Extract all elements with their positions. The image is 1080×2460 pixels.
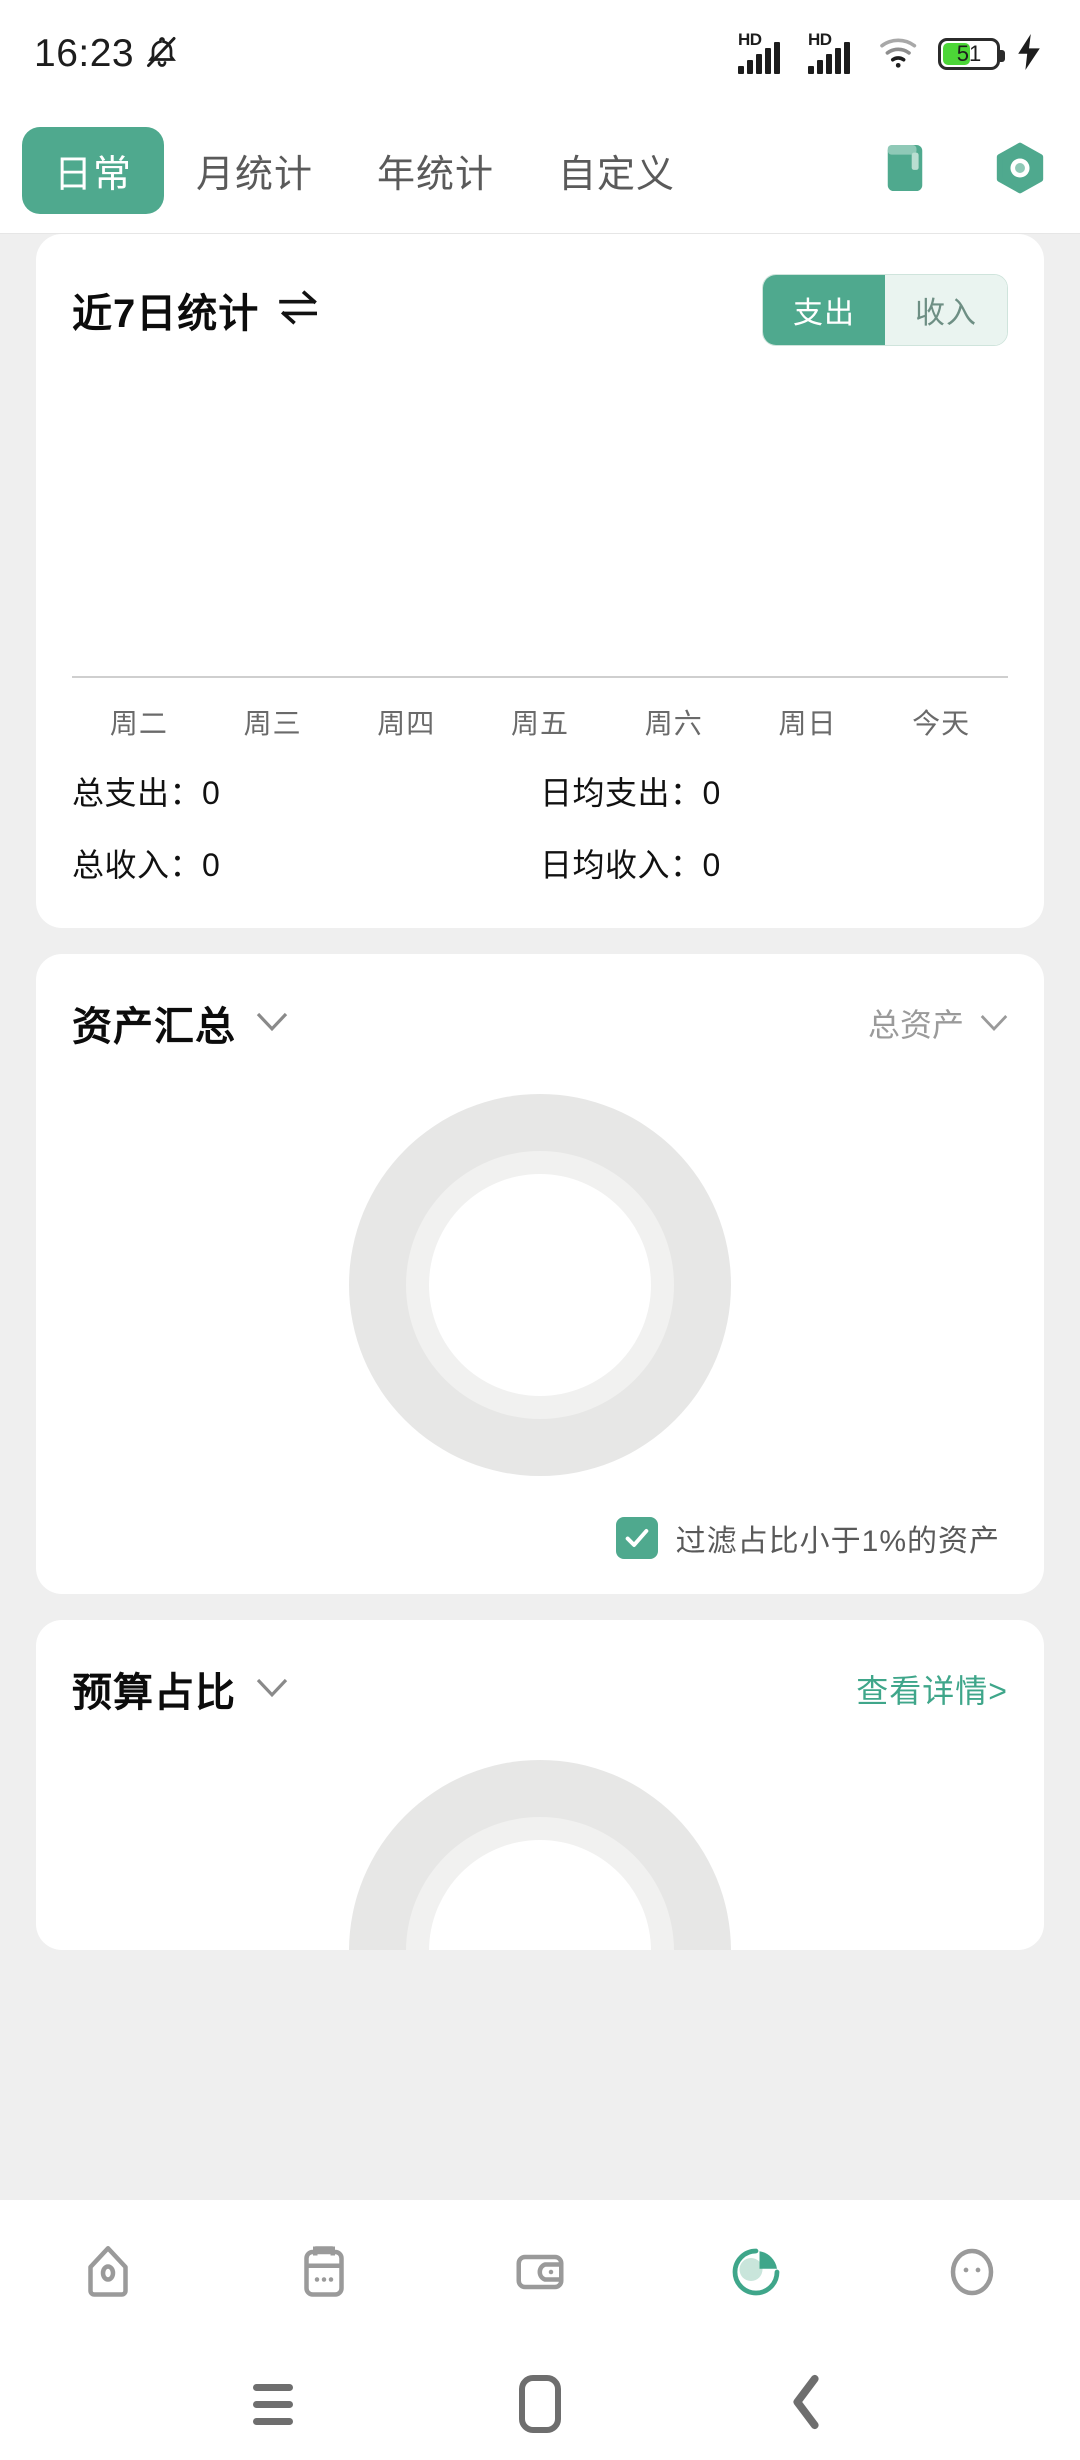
weekly-card-header: 近7日统计 支出 收入 bbox=[36, 234, 1044, 346]
chart-x-tick-labels: 周二 周三 周四 周五 周六 周日 今天 bbox=[36, 678, 1044, 742]
recents-button[interactable] bbox=[213, 2348, 333, 2460]
weekly-stats-card: 近7日统计 支出 收入 周二 周三 周四 周五 周六 周日 今天 总支出：0 日… bbox=[36, 234, 1044, 928]
x-tick-4: 周六 bbox=[644, 708, 703, 739]
total-income-value: 总收入：0 bbox=[72, 847, 221, 883]
donut-ring-placeholder bbox=[349, 1094, 731, 1476]
tab-daily[interactable]: 日常 bbox=[22, 127, 165, 214]
nav-wallet[interactable] bbox=[432, 2242, 648, 2307]
nav-calendar[interactable] bbox=[216, 2242, 432, 2307]
wifi-icon bbox=[878, 34, 922, 75]
assets-title-group[interactable]: 资产汇总 bbox=[72, 994, 288, 1052]
avg-income-value: 日均收入：0 bbox=[540, 847, 721, 883]
budget-card-header: 预算占比 查看详情> bbox=[36, 1620, 1044, 1718]
calendar-icon bbox=[294, 2242, 354, 2307]
tab-list: 日常 月统计 年统计 自定义 bbox=[22, 127, 882, 214]
pie-chart-icon bbox=[726, 2242, 786, 2307]
bottom-navigation-bar bbox=[0, 2200, 1080, 2348]
nav-statistics[interactable] bbox=[648, 2242, 864, 2307]
avg-expense-value: 日均支出：0 bbox=[540, 775, 721, 811]
signal-icon-2: HD bbox=[808, 30, 862, 76]
page-title-assets: 资产汇总 bbox=[72, 1005, 236, 1049]
weekly-title-group: 近7日统计 bbox=[72, 281, 319, 339]
system-navigation-bar bbox=[0, 2348, 1080, 2460]
more-face-icon bbox=[942, 2242, 1002, 2307]
status-time: 16:23 bbox=[34, 32, 135, 75]
assets-selector-label: 总资产 bbox=[867, 1007, 964, 1043]
status-bar-left: 16:23 bbox=[34, 32, 180, 76]
expense-income-toggle[interactable]: 支出 收入 bbox=[762, 274, 1008, 346]
donut-ring-placeholder bbox=[349, 1760, 731, 1950]
back-chevron-icon bbox=[786, 2373, 828, 2436]
scroll-content[interactable]: 近7日统计 支出 收入 周二 周三 周四 周五 周六 周日 今天 总支出：0 日… bbox=[0, 234, 1080, 2200]
chevron-down-icon[interactable] bbox=[980, 1009, 1008, 1037]
signal-icon-1: HD bbox=[738, 30, 792, 76]
back-button[interactable] bbox=[747, 2348, 867, 2460]
assets-filter-row[interactable]: 过滤占比小于1%的资产 bbox=[36, 1476, 1044, 1594]
x-tick-0: 周二 bbox=[109, 708, 168, 739]
swap-arrows-icon[interactable] bbox=[279, 289, 319, 331]
hex-gear-icon[interactable] bbox=[994, 142, 1046, 199]
tab-custom[interactable]: 自定义 bbox=[526, 127, 707, 214]
home-icon bbox=[78, 2242, 138, 2307]
toggle-expense[interactable]: 支出 bbox=[763, 275, 885, 345]
x-tick-6: 今天 bbox=[912, 708, 971, 739]
top-action-icons bbox=[882, 142, 1046, 199]
x-tick-1: 周三 bbox=[243, 708, 302, 739]
phone-screen: 16:23 HD HD 51 日常 月统计 年统计 自定义 近7日统计 支出 收… bbox=[0, 0, 1080, 2460]
budget-donut-chart bbox=[36, 1718, 1044, 1950]
battery-icon: 51 bbox=[938, 38, 1005, 70]
wallet-icon bbox=[510, 2242, 570, 2307]
tab-monthly[interactable]: 月统计 bbox=[164, 127, 345, 214]
book-ledger-icon[interactable] bbox=[882, 143, 928, 198]
x-tick-5: 周日 bbox=[778, 708, 837, 739]
budget-ratio-card: 预算占比 查看详情> bbox=[36, 1620, 1044, 1950]
nav-home[interactable] bbox=[0, 2242, 216, 2307]
weekly-summary-stats: 总支出：0 日均支出：0 总收入：0 日均收入：0 bbox=[36, 742, 1044, 928]
nav-more[interactable] bbox=[864, 2242, 1080, 2307]
home-square-icon bbox=[518, 2375, 561, 2433]
top-tab-bar: 日常 月统计 年统计 自定义 bbox=[0, 108, 1080, 234]
filter-checkbox[interactable] bbox=[615, 1517, 658, 1559]
status-bar-right: HD HD 51 bbox=[738, 30, 1042, 76]
assets-type-selector[interactable]: 总资产 bbox=[868, 1000, 1008, 1046]
assets-summary-card: 资产汇总 总资产 过滤占比小于1%的资产 bbox=[36, 954, 1044, 1594]
assets-card-header: 资产汇总 总资产 bbox=[36, 954, 1044, 1052]
chevron-down-icon[interactable] bbox=[256, 1675, 288, 1703]
toggle-income[interactable]: 收入 bbox=[885, 275, 1007, 345]
recents-menu-icon bbox=[253, 2383, 294, 2425]
home-button[interactable] bbox=[480, 2348, 600, 2460]
page-title-weekly: 近7日统计 bbox=[72, 292, 260, 336]
x-tick-2: 周四 bbox=[377, 708, 436, 739]
assets-donut-chart bbox=[36, 1052, 1044, 1476]
view-details-link[interactable]: 查看详情> bbox=[856, 1666, 1008, 1712]
page-title-budget: 预算占比 bbox=[72, 1671, 236, 1715]
status-bar: 16:23 HD HD 51 bbox=[0, 0, 1080, 108]
budget-title-group[interactable]: 预算占比 bbox=[72, 1660, 288, 1718]
battery-percent: 51 bbox=[956, 41, 982, 66]
x-tick-3: 周五 bbox=[511, 708, 570, 739]
stat-row-income: 总收入：0 日均收入：0 bbox=[72, 840, 1008, 886]
stat-row-expense: 总支出：0 日均支出：0 bbox=[72, 768, 1008, 814]
filter-label: 过滤占比小于1%的资产 bbox=[675, 1525, 1000, 1558]
charging-bolt-icon bbox=[1016, 33, 1042, 75]
total-expense-value: 总支出：0 bbox=[72, 775, 221, 811]
bell-mute-icon bbox=[144, 34, 180, 75]
chevron-down-icon[interactable] bbox=[256, 1009, 288, 1037]
tab-yearly[interactable]: 年统计 bbox=[345, 127, 526, 214]
weekly-bar-chart-plot bbox=[36, 346, 1044, 676]
